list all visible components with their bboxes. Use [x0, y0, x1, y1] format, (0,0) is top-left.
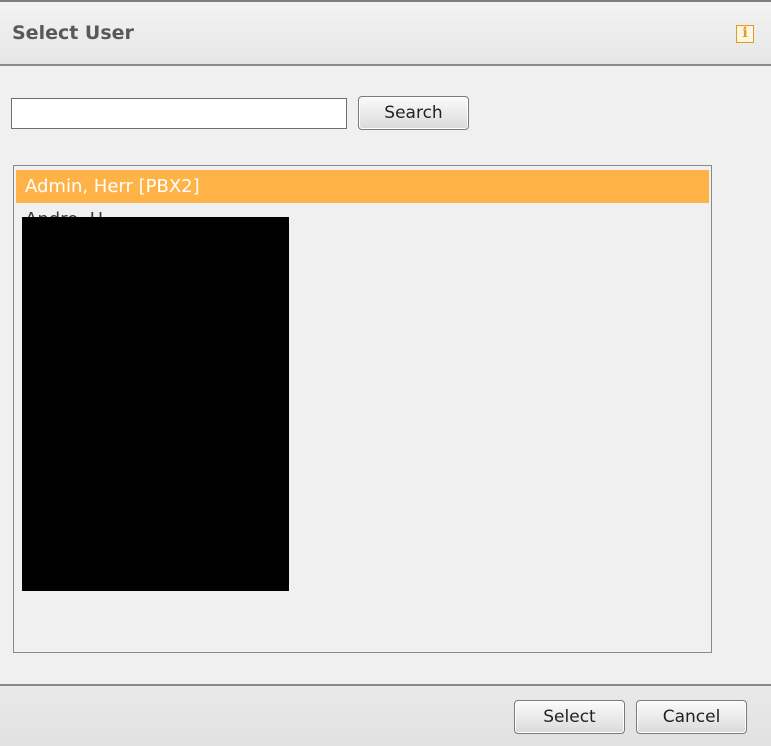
select-button[interactable]: Select [514, 700, 625, 734]
search-button[interactable]: Search [358, 96, 469, 130]
user-list[interactable]: Admin, Herr [PBX2] Andre, H... [13, 165, 712, 653]
dialog-title: Select User [12, 22, 134, 44]
info-icon[interactable]: i [736, 25, 754, 43]
cancel-button[interactable]: Cancel [636, 700, 747, 734]
search-input[interactable] [11, 98, 347, 129]
redaction-block [22, 217, 289, 591]
dialog-titlebar: Select User i [0, 0, 771, 66]
select-user-dialog: Select User i Search Admin, Herr [PBX2] … [0, 0, 771, 746]
dialog-footer: Select Cancel [0, 684, 771, 746]
list-item-admin[interactable]: Admin, Herr [PBX2] [16, 170, 709, 203]
